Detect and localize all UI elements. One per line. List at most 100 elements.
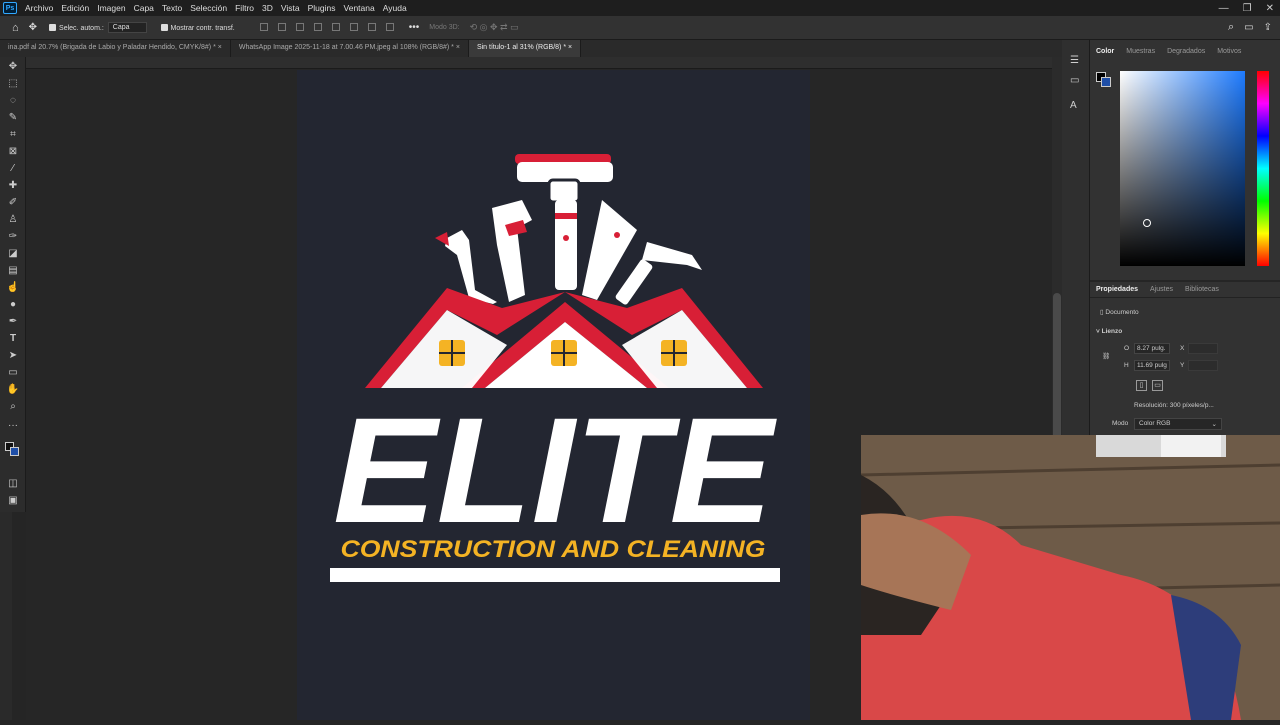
quick-mask-icon[interactable]: ◫ (6, 477, 20, 491)
tab-brigada-pdf[interactable]: ina.pdf al 20.7% (Brigada de Labio y Pal… (0, 40, 231, 57)
menu-texto[interactable]: Texto (158, 3, 186, 13)
tab-label: Sin título-1 al 31% (RGB/8) * (476, 44, 567, 51)
healing-brush-icon[interactable]: ✚ (6, 179, 20, 193)
tab-propiedades[interactable]: Propiedades (1096, 286, 1138, 293)
menu-capa[interactable]: Capa (130, 3, 158, 13)
gradient-tool-icon[interactable]: ▤ (6, 264, 20, 278)
photoshop-app-icon: Ps (3, 2, 17, 14)
checkbox-icon (160, 23, 168, 31)
more-tools-icon[interactable]: ··· (6, 419, 20, 433)
vacuum-neck (547, 178, 581, 204)
lasso-tool-icon[interactable]: ◌ (6, 94, 20, 108)
eraser-tool-icon[interactable]: ◪ (6, 247, 20, 261)
menu-imagen[interactable]: Imagen (93, 3, 129, 13)
tab-motivos[interactable]: Motivos (1217, 48, 1241, 55)
close-icon[interactable]: ✕ (1266, 3, 1274, 14)
auto-select-checkbox[interactable]: Selec. autom.: (49, 23, 104, 32)
hand-tool-icon[interactable]: ✋ (6, 383, 20, 397)
portrait-orientation-icon[interactable]: ▯ (1136, 380, 1147, 391)
tab-degradados[interactable]: Degradados (1167, 48, 1205, 55)
background-color-swatch[interactable] (10, 447, 19, 456)
quick-select-tool-icon[interactable]: ✎ (6, 111, 20, 125)
color-picker-field[interactable] (1120, 71, 1245, 266)
comments-panel-icon[interactable]: ▭ (1070, 75, 1079, 86)
menu-ventana[interactable]: Ventana (340, 3, 379, 13)
menu-plugins[interactable]: Plugins (304, 3, 340, 13)
tab-bibliotecas[interactable]: Bibliotecas (1185, 286, 1219, 293)
history-brush-icon[interactable]: ✑ (6, 230, 20, 244)
ruler-horizontal (26, 57, 1052, 69)
align-top-icon[interactable] (331, 22, 340, 31)
smudge-tool-icon[interactable]: ☝ (6, 281, 20, 295)
dodge-tool-icon[interactable]: ● (6, 298, 20, 312)
restore-icon[interactable]: ❐ (1243, 3, 1252, 14)
workspace-icon[interactable]: ▭ (1244, 22, 1253, 33)
document-canvas[interactable]: ELITE CONSTRUCTION AND CLEANING (297, 70, 810, 720)
pen-tool-icon[interactable]: ✒ (6, 315, 20, 329)
menu-archivo[interactable]: Archivo (21, 3, 57, 13)
distribute-icon[interactable] (385, 22, 394, 31)
landscape-orientation-icon[interactable]: ▭ (1152, 380, 1163, 391)
type-tool-icon[interactable]: T (6, 332, 20, 346)
menu-seleccion[interactable]: Selección (186, 3, 231, 13)
more-options-icon[interactable]: ••• (409, 22, 420, 33)
align-center-icon[interactable] (277, 22, 286, 31)
move-tool-icon[interactable]: ✥ (29, 22, 37, 33)
tab-ajustes[interactable]: Ajustes (1150, 286, 1173, 293)
align-middle-icon[interactable] (349, 22, 358, 31)
menu-bar: Ps Archivo Edición Imagen Capa Texto Sel… (0, 0, 1280, 16)
rectangle-tool-icon[interactable]: ▭ (6, 366, 20, 380)
path-select-tool-icon[interactable]: ➤ (6, 349, 20, 363)
y-input[interactable] (1188, 360, 1218, 371)
show-transform-checkbox[interactable]: Mostrar contr. transf. (160, 23, 235, 32)
share-icon[interactable]: ⇪ (1264, 22, 1272, 33)
align-vertical-icon[interactable] (313, 22, 322, 31)
background-swatch[interactable] (1101, 77, 1111, 87)
menu-edicion[interactable]: Edición (57, 3, 93, 13)
link-icon[interactable]: ⛓ (1102, 352, 1110, 360)
tab-sin-titulo[interactable]: Sin título-1 al 31% (RGB/8) * × (468, 40, 582, 57)
marquee-tool-icon[interactable]: ⬚ (6, 77, 20, 91)
menu-filtro[interactable]: Filtro (231, 3, 258, 13)
height-input[interactable]: 11.69 pulg (1134, 360, 1170, 371)
zoom-tool-icon[interactable]: ⌕ (6, 400, 20, 414)
tab-whatsapp-image[interactable]: WhatsApp Image 2025-11-18 at 7.00.46 PM.… (231, 40, 469, 57)
move-tool-icon[interactable]: ✥ (6, 60, 20, 74)
canvas-section[interactable]: ˅ Lienzo (1096, 328, 1122, 335)
search-icon[interactable]: ⌕ (1228, 21, 1234, 34)
color-picker-cursor[interactable] (1143, 219, 1151, 227)
saw-screw (614, 232, 620, 238)
frame-tool-icon[interactable]: ⊠ (6, 145, 20, 159)
align-right-icon[interactable] (295, 22, 304, 31)
document-label: Documento (1105, 309, 1139, 316)
mode-dropdown[interactable]: Color RGB ⌄ (1134, 418, 1222, 430)
webcam-overlay (861, 435, 1280, 720)
close-icon[interactable]: × (568, 44, 572, 51)
x-input[interactable] (1188, 343, 1218, 354)
menu-3d[interactable]: 3D (258, 3, 277, 13)
minimize-icon[interactable]: — (1219, 3, 1229, 14)
align-left-icon[interactable] (259, 22, 268, 31)
brush-tool-icon[interactable]: ✐ (6, 196, 20, 210)
align-bottom-icon[interactable] (367, 22, 376, 31)
menu-ayuda[interactable]: Ayuda (379, 3, 411, 13)
eyedropper-tool-icon[interactable]: ⁄ (6, 162, 20, 176)
layer-select-dropdown[interactable]: Capa (107, 22, 147, 33)
home-icon[interactable]: ⌂ (12, 22, 19, 34)
close-icon[interactable]: × (456, 44, 460, 51)
close-icon[interactable]: × (218, 44, 222, 51)
screen-mode-icon[interactable]: ▣ (6, 494, 20, 508)
menu-vista[interactable]: Vista (277, 3, 304, 13)
chevron-down-icon: ⌄ (1211, 421, 1217, 428)
history-panel-icon[interactable]: ☰ (1070, 55, 1079, 66)
canvas-section-label: Lienzo (1101, 328, 1123, 335)
hue-slider[interactable] (1257, 71, 1269, 266)
crop-tool-icon[interactable]: ⌗ (6, 128, 20, 142)
stamp-tool-icon[interactable]: ♙ (6, 213, 20, 227)
width-input[interactable]: 8.27 pulg. (1134, 343, 1170, 354)
mode-value: Color RGB (1139, 420, 1171, 427)
character-panel-icon[interactable]: A (1070, 100, 1077, 111)
tab-muestras[interactable]: Muestras (1126, 48, 1155, 55)
x-label: X (1180, 345, 1185, 352)
tab-color[interactable]: Color (1096, 48, 1114, 55)
